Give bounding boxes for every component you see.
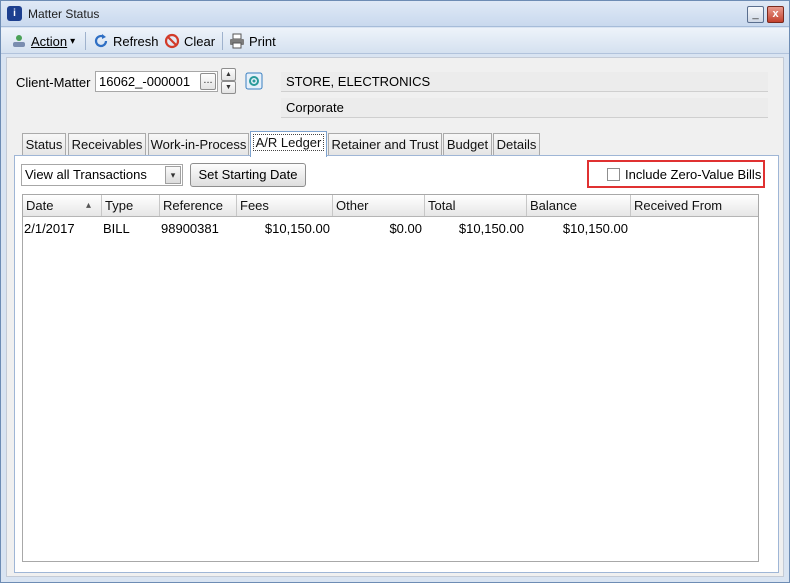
clear-button[interactable]: Clear <box>164 32 215 50</box>
matter-status-window: i Matter Status _ x Action ▾ Refresh Cle… <box>0 0 790 583</box>
cell-other: $0.00 <box>389 221 422 236</box>
matter-lookup-icon[interactable] <box>245 72 263 90</box>
ar-ledger-panel: View all Transactions ▾ Set Starting Dat… <box>14 155 779 573</box>
client-matter-value: 16062_-000001 <box>99 74 191 89</box>
matter-name-field: Corporate <box>281 98 768 118</box>
tab-details[interactable]: Details <box>493 133 540 156</box>
sort-ascending-icon: ▴ <box>86 200 92 211</box>
action-icon <box>13 35 25 47</box>
close-button[interactable]: x <box>767 6 784 23</box>
clear-icon <box>164 33 180 49</box>
tab-budget[interactable]: Budget <box>443 133 492 156</box>
cell-date: 2/1/2017 <box>24 221 75 236</box>
transaction-filter-select[interactable]: View all Transactions ▾ <box>21 164 183 186</box>
set-starting-date-button[interactable]: Set Starting Date <box>190 163 306 187</box>
spin-down-button[interactable]: ▼ <box>221 81 236 94</box>
tab-ar-ledger[interactable]: A/R Ledger <box>250 131 327 157</box>
browse-button[interactable]: ... <box>200 73 216 90</box>
toolbar-separator <box>222 32 223 50</box>
cell-fees: $10,150.00 <box>264 221 330 236</box>
cell-reference: 98900381 <box>161 221 219 236</box>
action-label: Action <box>31 33 68 49</box>
column-type[interactable]: Type <box>102 195 160 216</box>
column-balance[interactable]: Balance <box>527 195 631 216</box>
content-area: Client-Matter 16062_-000001 ... ▲ ▼ STOR… <box>6 57 784 577</box>
client-matter-input[interactable]: 16062_-000001 ... <box>95 71 218 92</box>
include-zero-value-highlight: Include Zero-Value Bills <box>587 160 765 188</box>
title-bar[interactable]: i Matter Status _ x <box>1 1 789 27</box>
print-label: Print <box>249 33 276 49</box>
spin-up-button[interactable]: ▲ <box>221 68 236 81</box>
toolbar: Action ▾ Refresh Clear Print <box>1 28 789 54</box>
column-date[interactable]: Date ▴ <box>23 195 102 216</box>
tab-work-in-process[interactable]: Work-in-Process <box>148 133 249 156</box>
cell-total: $10,150.00 <box>458 221 524 236</box>
client-name-field: STORE, ELECTRONICS <box>281 72 768 92</box>
cell-balance: $10,150.00 <box>562 221 628 236</box>
include-zero-value-checkbox[interactable] <box>607 168 620 181</box>
tab-retainer-and-trust[interactable]: Retainer and Trust <box>328 133 442 156</box>
print-button[interactable]: Print <box>229 32 276 50</box>
transaction-filter-value: View all Transactions <box>25 167 147 182</box>
refresh-button[interactable]: Refresh <box>93 32 159 50</box>
column-reference[interactable]: Reference <box>160 195 237 216</box>
column-other[interactable]: Other <box>333 195 425 216</box>
app-icon: i <box>7 6 22 21</box>
include-zero-value-label: Include Zero-Value Bills <box>625 167 762 182</box>
client-matter-label: Client-Matter <box>16 75 91 90</box>
column-received-from[interactable]: Received From <box>631 195 758 216</box>
minimize-button[interactable]: _ <box>747 6 764 23</box>
printer-icon <box>230 33 244 49</box>
tab-receivables[interactable]: Receivables <box>68 133 146 156</box>
clear-label: Clear <box>184 33 216 49</box>
window-title: Matter Status <box>28 7 100 21</box>
tab-status[interactable]: Status <box>22 133 66 156</box>
grid-header: Date ▴ Type Reference Fees Other Total B… <box>23 195 758 217</box>
toolbar-separator <box>85 32 86 50</box>
cell-type: BILL <box>103 221 130 236</box>
refresh-icon <box>94 34 108 48</box>
column-fees[interactable]: Fees <box>237 195 333 216</box>
ledger-grid: Date ▴ Type Reference Fees Other Total B… <box>22 194 759 562</box>
action-menu-button[interactable]: Action ▾ <box>11 32 75 50</box>
column-total[interactable]: Total <box>425 195 527 216</box>
refresh-label: Refresh <box>113 33 159 49</box>
chevron-down-icon: ▾ <box>70 35 76 47</box>
chevron-down-icon: ▾ <box>165 166 181 184</box>
